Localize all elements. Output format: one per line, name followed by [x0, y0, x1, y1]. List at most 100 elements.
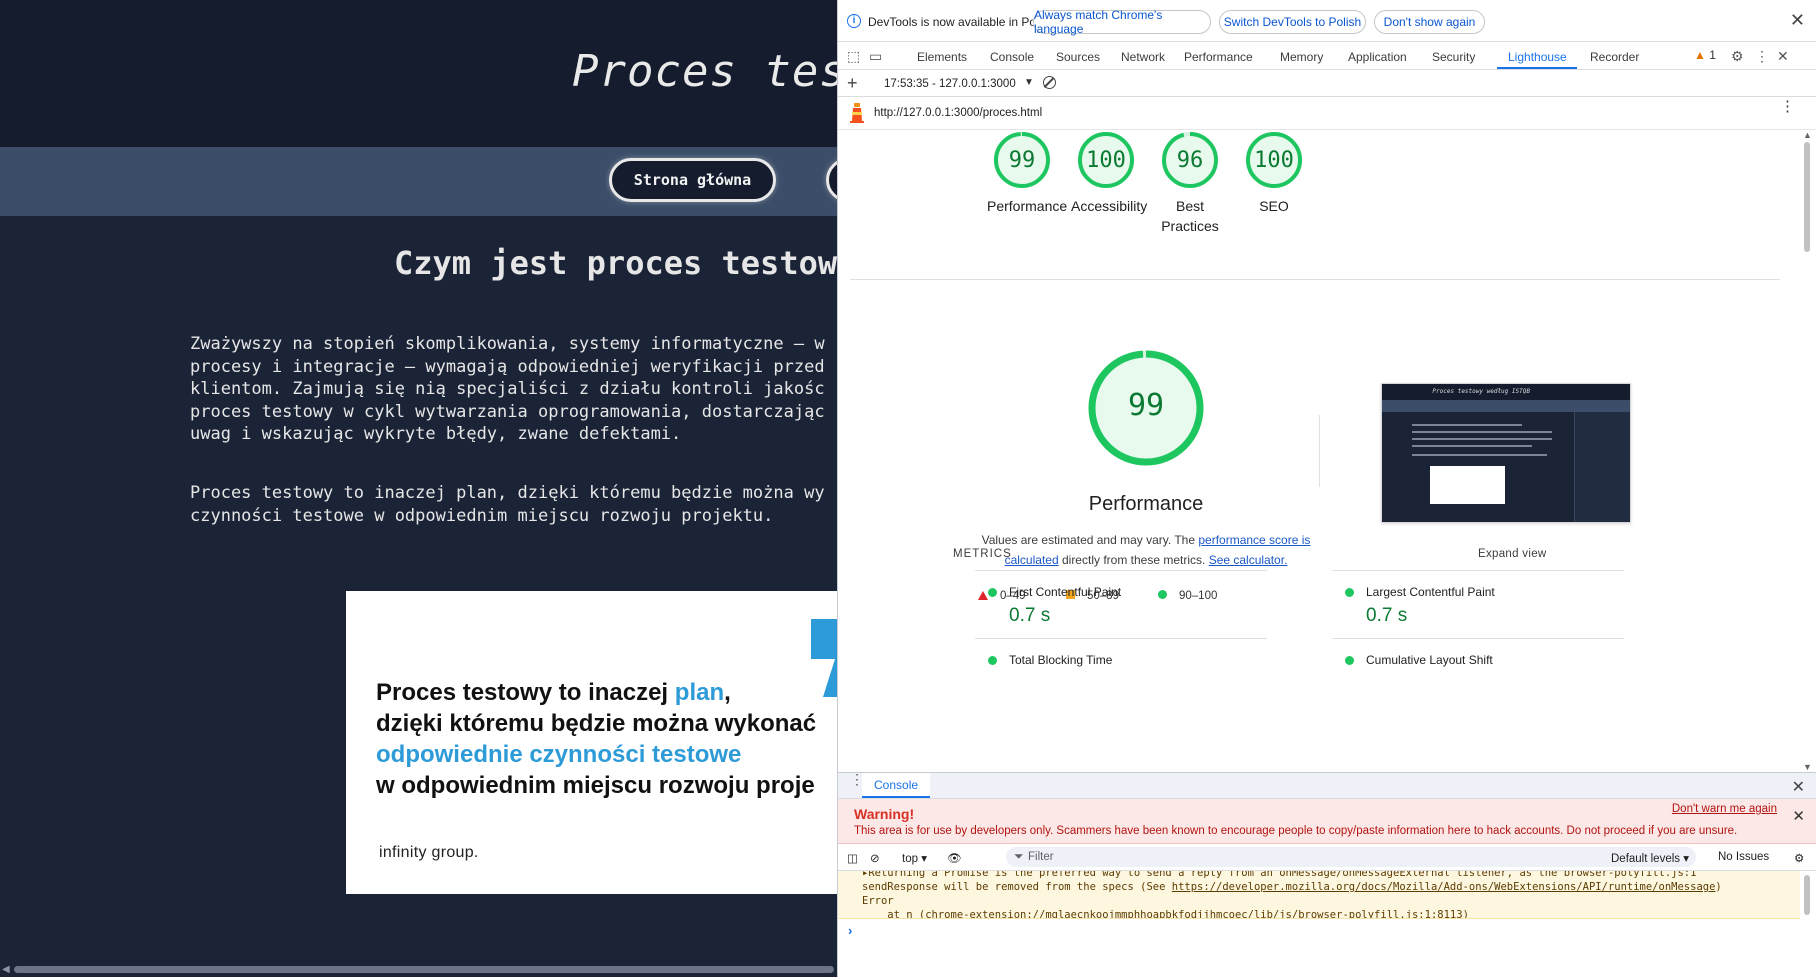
- log-levels-dropdown[interactable]: Default levels ▾: [1611, 851, 1689, 865]
- site-title: Proces test: [572, 46, 837, 97]
- filter-placeholder: Filter: [1028, 851, 1054, 863]
- console-settings-icon[interactable]: ⚙: [1794, 851, 1804, 865]
- metric-value: 0.7 s: [1009, 605, 1051, 626]
- console-prompt[interactable]: ›: [848, 923, 852, 938]
- extension-source-link[interactable]: chrome-extension://mglaecnkoojmmphhoapbk…: [925, 909, 1462, 918]
- inspect-element-icon[interactable]: ⬚: [847, 48, 860, 65]
- metrics-heading: METRICS: [953, 548, 1012, 560]
- scroll-up-icon[interactable]: ▲: [1803, 130, 1812, 140]
- close-devtools-icon[interactable]: ✕: [1777, 48, 1789, 65]
- tab-security[interactable]: Security: [1432, 50, 1475, 64]
- scroll-down-icon[interactable]: ▼: [1803, 762, 1812, 772]
- scrollbar-thumb[interactable]: [1804, 875, 1810, 915]
- final-screenshot-thumbnail[interactable]: Proces testowy według ISTQB: [1381, 383, 1631, 523]
- active-tab-indicator: [1497, 67, 1577, 69]
- drawer-tab-console[interactable]: Console: [862, 773, 931, 798]
- console-drawer: ⋮ Console ✕ Warning! This area is for us…: [838, 772, 1816, 977]
- scrollbar-thumb[interactable]: [14, 966, 834, 973]
- close-warning-icon[interactable]: ✕: [1792, 807, 1805, 825]
- thumbnail-text-line: [1412, 438, 1552, 440]
- quote-line2: dzięki któremu będzie można wykonać: [376, 710, 817, 737]
- dont-warn-again-link[interactable]: Don't warn me again: [1672, 803, 1777, 815]
- log-text: sendResponse will be removed from the sp…: [862, 881, 1172, 893]
- close-drawer-icon[interactable]: ✕: [1792, 777, 1805, 797]
- horizontal-scrollbar[interactable]: ◀: [0, 962, 837, 977]
- close-icon[interactable]: ✕: [1790, 10, 1805, 31]
- tab-network[interactable]: Network: [1121, 50, 1165, 64]
- score-gauge-best-practices[interactable]: 96 Best Practices: [1155, 130, 1225, 236]
- metric-lcp: Largest Contentful Paint 0.7 s: [1332, 570, 1624, 639]
- tab-application[interactable]: Application: [1348, 50, 1407, 64]
- metric-name: Total Blocking Time: [1009, 653, 1113, 667]
- metric-name: Largest Contentful Paint: [1366, 585, 1495, 599]
- clear-console-icon[interactable]: ⊘: [870, 851, 880, 865]
- tab-lighthouse[interactable]: Lighthouse: [1508, 50, 1567, 64]
- log-line: at n (chrome-extension://mglaecnkoojmmph…: [862, 909, 1469, 918]
- scroll-left-icon[interactable]: ◀: [2, 964, 10, 975]
- log-text: ): [1715, 881, 1722, 893]
- console-filter-input[interactable]: ⏷ Filter: [1006, 847, 1696, 867]
- expand-view-button[interactable]: Expand view: [1478, 548, 1547, 560]
- device-toolbar-icon[interactable]: ▭: [869, 48, 882, 65]
- log-line: Error: [862, 895, 894, 907]
- log-line: ▸Returning a Promise is the preferred wa…: [862, 871, 1697, 879]
- info-icon: i: [847, 14, 861, 28]
- mdn-link[interactable]: https://developer.mozilla.org/docs/Mozil…: [1172, 881, 1716, 893]
- lighthouse-logo-icon: [850, 103, 864, 123]
- vertical-separator: [1319, 415, 1320, 487]
- paragraph-plan: Proces testowy to inaczej plan, dzięki k…: [190, 483, 825, 526]
- score-gauge-accessibility[interactable]: 100 Accessibility: [1071, 130, 1148, 216]
- gauge-score: 96: [1176, 148, 1204, 173]
- console-scrollbar[interactable]: [1800, 871, 1816, 977]
- score-gauge-seo[interactable]: 100 SEO: [1239, 130, 1309, 216]
- thumbnail-nav: [1382, 400, 1630, 412]
- thumbnail-sidebar: [1574, 412, 1630, 522]
- thumbnail-text-line: [1412, 445, 1532, 447]
- web-page: Proces test Strona główna Czym jest proc…: [0, 0, 837, 977]
- report-url-bar: http://127.0.0.1:3000/proces.html ⋮: [838, 97, 1816, 130]
- gauge-label: Accessibility: [1071, 198, 1148, 214]
- context-selector[interactable]: top ▾: [902, 851, 927, 865]
- tab-recorder[interactable]: Recorder: [1590, 50, 1639, 64]
- report-selector[interactable]: 17:53:35 - 127.0.0.1:3000: [884, 78, 1016, 90]
- pass-circle-icon: [988, 656, 997, 665]
- thumbnail-quote-card: [1430, 466, 1505, 504]
- language-infobar: i DevTools is now available in Polish! A…: [838, 0, 1816, 42]
- tab-performance[interactable]: Performance: [1184, 50, 1253, 64]
- quote-image-card: Proces testowy to inaczej plan, dzięki k…: [346, 591, 837, 894]
- more-options-icon[interactable]: ⋮: [1755, 48, 1769, 65]
- nav-home-button[interactable]: Strona główna: [609, 158, 776, 202]
- report-scrollbar[interactable]: ▲ ▼: [1800, 130, 1816, 772]
- quote-text: Proces testowy to inaczej plan, dzięki k…: [376, 677, 816, 801]
- switch-to-polish-button[interactable]: Switch DevTools to Polish: [1219, 10, 1366, 34]
- tab-elements[interactable]: Elements: [917, 50, 967, 64]
- warning-text: This area is for use by developers only.…: [854, 825, 1738, 837]
- section-heading: Czym jest proces testow: [394, 244, 837, 282]
- metric-name: First Contentful Paint: [1009, 585, 1122, 599]
- clear-reports-icon[interactable]: [1043, 76, 1056, 89]
- log-levels-value: Default levels: [1611, 853, 1681, 865]
- tab-console[interactable]: Console: [990, 50, 1034, 64]
- live-expression-eye-icon[interactable]: 👁: [947, 851, 962, 865]
- pass-circle-icon: [988, 588, 997, 597]
- new-report-icon[interactable]: +: [847, 73, 858, 94]
- issues-counter[interactable]: No Issues: [1718, 851, 1769, 863]
- settings-gear-icon[interactable]: ⚙: [1731, 48, 1744, 65]
- quote-line1-end: ,: [724, 679, 731, 706]
- performance-big-score: 99: [1127, 388, 1165, 423]
- tab-memory[interactable]: Memory: [1280, 50, 1323, 64]
- warning-counter[interactable]: ▲ 1: [1694, 48, 1716, 62]
- report-url[interactable]: http://127.0.0.1:3000/proces.html: [874, 107, 1042, 119]
- estimate-note: Values are estimated and may vary. The p…: [968, 530, 1324, 570]
- see-calculator-link[interactable]: See calculator.: [1209, 553, 1288, 567]
- report-menu-icon[interactable]: ⋮: [1780, 99, 1795, 114]
- dont-show-again-button[interactable]: Don't show again: [1374, 10, 1485, 34]
- infinity-group-logo: infinity group.: [379, 844, 479, 861]
- thumbnail-text-line: [1412, 454, 1547, 456]
- sidebar-toggle-icon[interactable]: ◫: [847, 851, 858, 865]
- match-language-button[interactable]: Always match Chrome's language: [1033, 8, 1211, 36]
- score-gauge-performance[interactable]: 99 Performance: [987, 130, 1067, 216]
- chevron-down-icon[interactable]: ▼: [1024, 77, 1034, 88]
- scrollbar-thumb[interactable]: [1804, 142, 1810, 252]
- tab-sources[interactable]: Sources: [1056, 50, 1100, 64]
